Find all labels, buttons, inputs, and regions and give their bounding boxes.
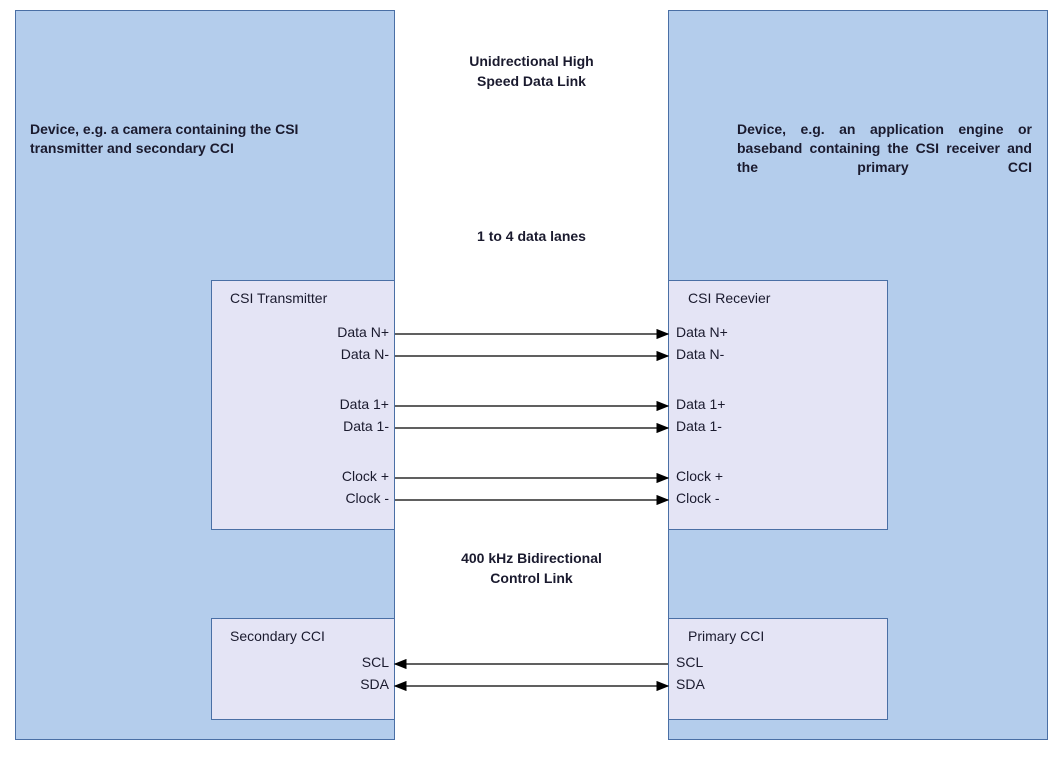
secondary-cci-title: Secondary CCI xyxy=(230,628,325,644)
cci-left-sda: SDA xyxy=(289,676,389,692)
diagram-canvas: Device, e.g. a camera containing the CSI… xyxy=(0,0,1063,760)
csi-receiver-title: CSI Recevier xyxy=(688,290,770,306)
center-label-top-line1: Unidrectional High xyxy=(395,53,668,69)
rx-signal-clock-minus: Clock - xyxy=(676,490,796,506)
csi-transmitter-title: CSI Transmitter xyxy=(230,290,327,306)
tx-signal-clock-plus: Clock + xyxy=(289,468,389,484)
rx-signal-clock-plus: Clock + xyxy=(676,468,796,484)
tx-signal-clock-minus: Clock - xyxy=(289,490,389,506)
tx-signal-data-1-minus: Data 1- xyxy=(289,418,389,434)
rx-signal-data-n-plus: Data N+ xyxy=(676,324,796,340)
center-label-ctrl-line1: 400 kHz Bidirectional xyxy=(395,550,668,566)
cci-right-scl: SCL xyxy=(676,654,796,670)
center-label-top-line2: Speed Data Link xyxy=(395,73,668,89)
cci-right-sda: SDA xyxy=(676,676,796,692)
rx-signal-data-1-minus: Data 1- xyxy=(676,418,796,434)
tx-signal-data-n-minus: Data N- xyxy=(289,346,389,362)
tx-signal-data-1-plus: Data 1+ xyxy=(289,396,389,412)
cci-left-scl: SCL xyxy=(289,654,389,670)
center-label-lanes: 1 to 4 data lanes xyxy=(395,228,668,244)
primary-cci-title: Primary CCI xyxy=(688,628,764,644)
tx-signal-data-n-plus: Data N+ xyxy=(289,324,389,340)
rx-signal-data-n-minus: Data N- xyxy=(676,346,796,362)
rx-signal-data-1-plus: Data 1+ xyxy=(676,396,796,412)
left-device-description: Device, e.g. a camera containing the CSI… xyxy=(30,120,330,158)
right-device-description: Device, e.g. an application engine or ba… xyxy=(737,120,1032,177)
center-label-ctrl-line2: Control Link xyxy=(395,570,668,586)
